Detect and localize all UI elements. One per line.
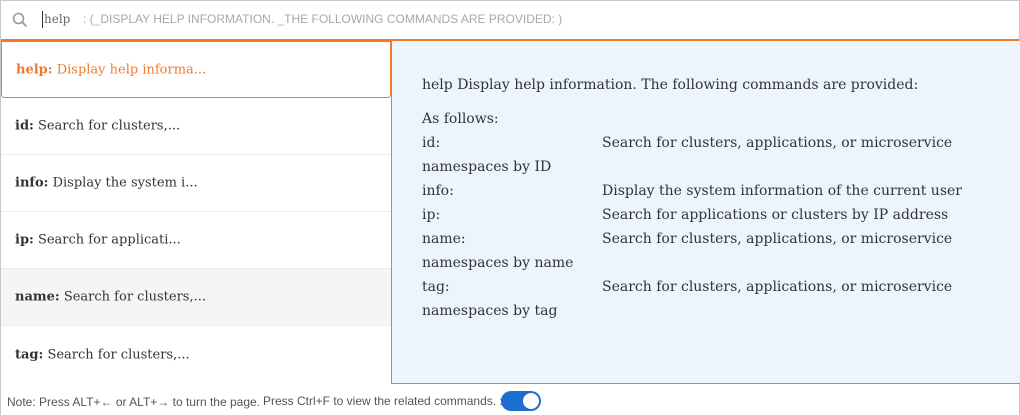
detail-intro: help Display help information. The follo… — [422, 77, 919, 93]
command-name: tag: — [15, 347, 44, 362]
detail-cont-id: namespaces by ID — [422, 159, 552, 175]
detail-desc-name: Search for clusters, applications, or mi… — [602, 231, 953, 247]
text-cursor — [42, 11, 43, 28]
related-commands-label: Press Ctrl+F to view the related command… — [263, 394, 503, 408]
detail-cont-tag: namespaces by tag — [422, 303, 558, 319]
command-item-name[interactable]: name: Search for clusters,... — [1, 269, 391, 326]
search-bar[interactable]: help : (_DISPLAY HELP INFORMATION. _THE … — [1, 1, 1019, 39]
command-detail-panel: help Display help information. The follo… — [391, 41, 1020, 384]
command-summary: Search for clusters,... — [43, 347, 190, 362]
command-item-info[interactable]: info: Display the system i... — [1, 155, 391, 212]
command-summary: Search for clusters,... — [59, 289, 206, 305]
detail-cmd-id: id: — [422, 135, 441, 151]
footer: Note: Press ALT+← or ALT+→ to turn the p… — [1, 385, 1019, 415]
search-hint: : (_DISPLAY HELP INFORMATION. _THE FOLLO… — [83, 12, 563, 26]
command-summary: Search for clusters,... — [33, 118, 181, 134]
command-summary: Display help informa... — [52, 62, 207, 77]
detail-cont-name: namespaces by name — [422, 255, 574, 271]
detail-desc-ip: Search for applications or clusters by I… — [602, 207, 949, 223]
detail-as-follows: As follows: — [422, 111, 499, 127]
command-name: name: — [15, 289, 60, 305]
command-palette: help : (_DISPLAY HELP INFORMATION. _THE … — [0, 0, 1020, 415]
toggle-knob — [523, 393, 539, 409]
page-turn-note: Note: Press ALT+← or ALT+→ to turn the p… — [7, 395, 261, 409]
command-summary: Display the system i... — [48, 175, 198, 191]
command-item-ip[interactable]: ip: Search for applicati... — [1, 212, 391, 269]
search-input[interactable]: help — [44, 12, 70, 26]
detail-cmd-name: name: — [422, 231, 466, 247]
search-icon — [11, 11, 29, 29]
detail-cmd-info: info: — [422, 183, 454, 199]
detail-desc-info: Display the system information of the cu… — [602, 183, 962, 199]
command-name: id: — [15, 118, 34, 134]
detail-desc-tag: Search for clusters, applications, or mi… — [602, 279, 953, 295]
detail-cmd-ip: ip: — [422, 207, 441, 223]
command-name: help: — [16, 62, 53, 77]
command-summary: Search for applicati... — [33, 232, 181, 248]
command-item-help[interactable]: help: Display help informa... — [1, 41, 391, 98]
detail-desc-id: Search for clusters, applications, or mi… — [602, 135, 953, 151]
related-commands-toggle[interactable] — [501, 391, 541, 411]
detail-cmd-tag: tag: — [422, 279, 450, 295]
command-item-tag[interactable]: tag: Search for clusters,... — [1, 326, 391, 383]
command-name: info: — [15, 175, 49, 191]
command-list: help: Display help informa... id: Search… — [1, 41, 392, 384]
command-item-id[interactable]: id: Search for clusters,... — [1, 98, 391, 155]
command-name: ip: — [15, 232, 34, 248]
